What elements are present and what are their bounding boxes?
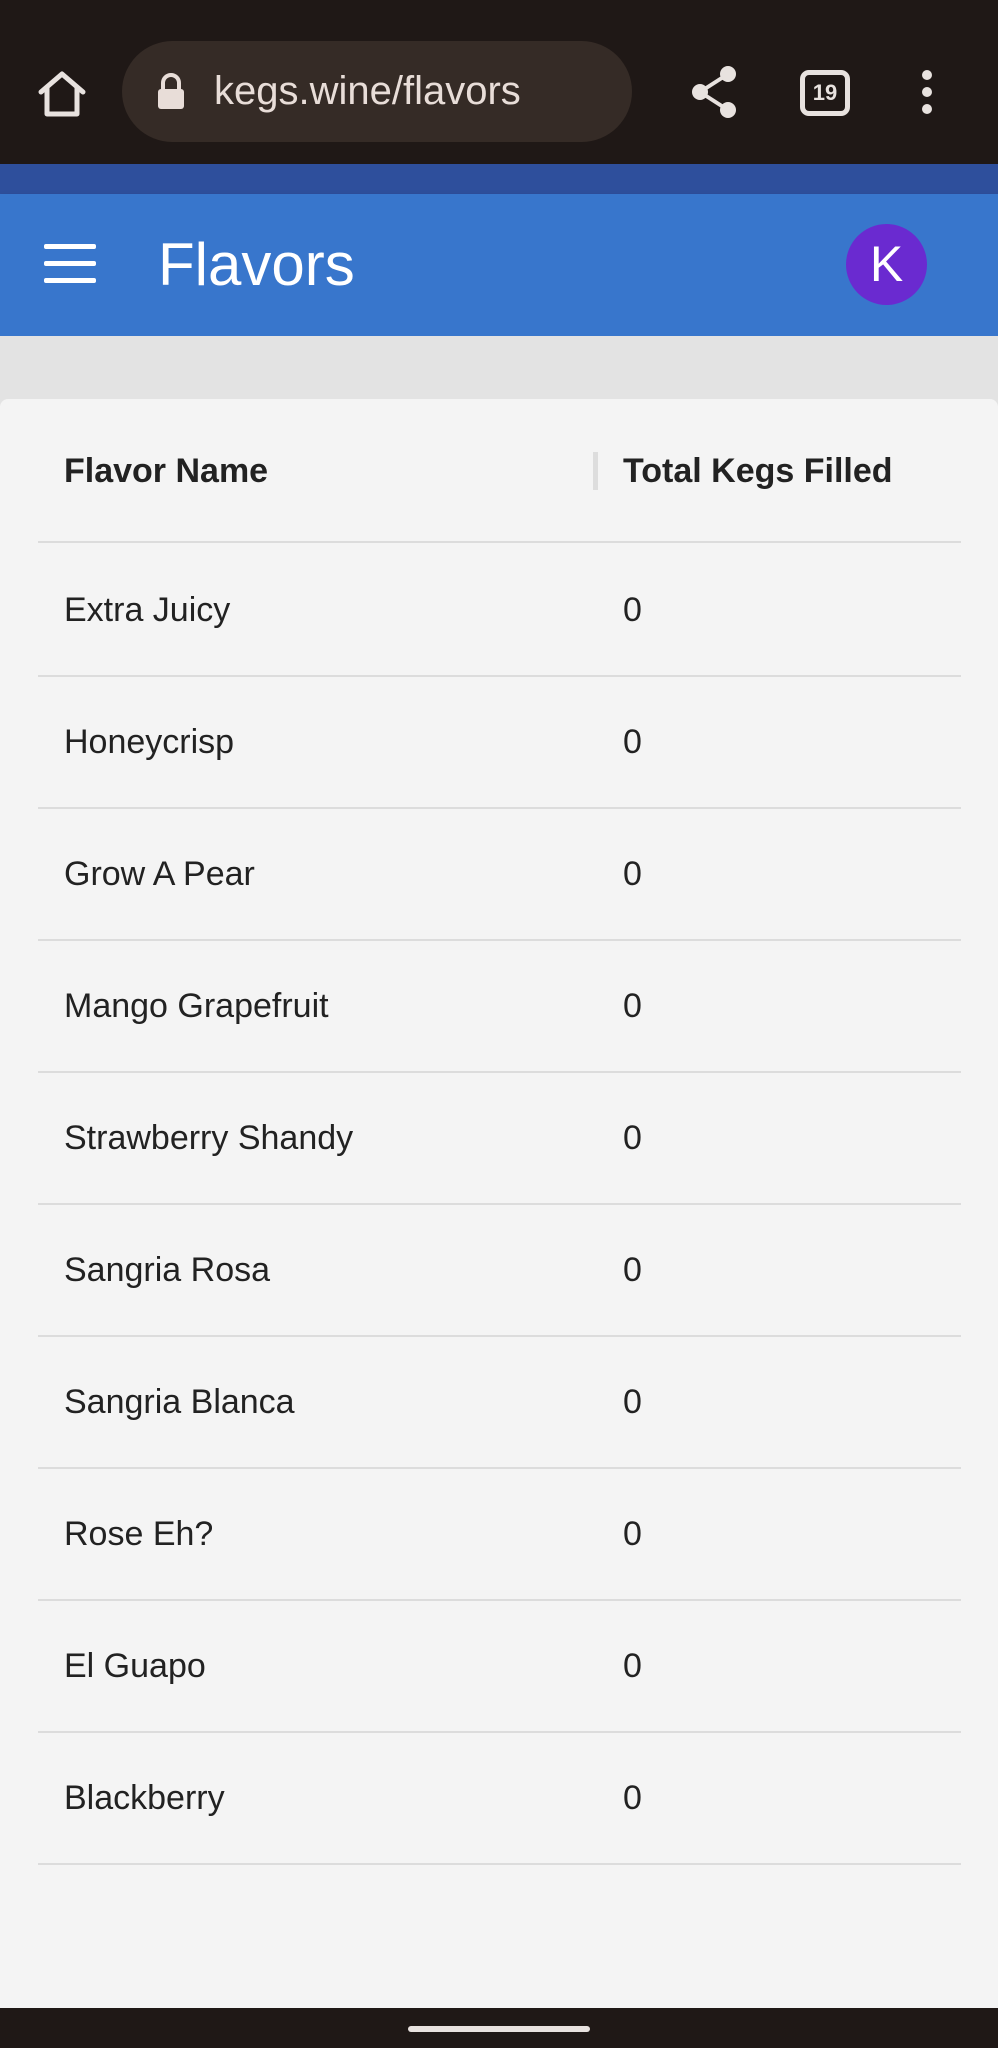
kegs-count-cell: 0 — [623, 1119, 642, 1157]
tab-switcher-button[interactable]: 19 — [800, 70, 850, 116]
column-header-total-kegs[interactable]: Total Kegs Filled — [623, 399, 893, 543]
flavor-name-cell: Honeycrisp — [64, 723, 235, 761]
url-text: kegs.wine/flavors — [214, 69, 521, 113]
avatar[interactable]: K — [846, 224, 927, 305]
kegs-count-cell: 0 — [623, 1647, 642, 1685]
lock-icon — [156, 73, 186, 111]
flavor-name-cell: Mango Grapefruit — [64, 987, 329, 1025]
address-bar[interactable]: kegs.wine/flavors — [122, 41, 632, 142]
table-row[interactable]: Grow A Pear 0 — [38, 809, 961, 941]
flavor-name-cell: Rose Eh? — [64, 1515, 214, 1553]
kegs-count-cell: 0 — [623, 1251, 642, 1289]
kegs-count-cell: 0 — [623, 987, 642, 1025]
more-options-icon[interactable] — [915, 70, 939, 118]
table-row[interactable]: El Guapo 0 — [38, 1601, 961, 1733]
app-header: Flavors K — [0, 194, 998, 336]
system-nav-bar — [0, 2008, 998, 2048]
table-row[interactable]: Sangria Rosa 0 — [38, 1205, 961, 1337]
main-content: Flavor Name Total Kegs Filled Extra Juic… — [0, 336, 998, 2008]
table-row[interactable]: Honeycrisp 0 — [38, 677, 961, 809]
flavor-name-cell: Sangria Blanca — [64, 1383, 295, 1421]
gesture-handle[interactable] — [408, 2026, 590, 2032]
share-icon[interactable] — [690, 64, 738, 120]
flavor-name-cell: Blackberry — [64, 1779, 225, 1817]
flavors-table: Flavor Name Total Kegs Filled Extra Juic… — [0, 399, 998, 2008]
kegs-count-cell: 0 — [623, 1779, 642, 1817]
browser-toolbar: kegs.wine/flavors 19 — [0, 0, 998, 164]
table-row[interactable]: Extra Juicy 0 — [38, 545, 961, 677]
kegs-count-cell: 0 — [623, 855, 642, 893]
flavor-name-cell: Strawberry Shandy — [64, 1119, 354, 1157]
flavor-name-cell: Extra Juicy — [64, 591, 231, 629]
home-icon[interactable] — [30, 62, 94, 126]
kegs-count-cell: 0 — [623, 723, 642, 761]
tab-count: 19 — [812, 80, 838, 105]
kegs-count-cell: 0 — [623, 1515, 642, 1553]
column-divider[interactable] — [593, 452, 598, 490]
hamburger-menu-icon[interactable] — [44, 244, 96, 284]
table-row[interactable]: Strawberry Shandy 0 — [38, 1073, 961, 1205]
table-row[interactable]: Sangria Blanca 0 — [38, 1337, 961, 1469]
header-strip — [0, 164, 998, 194]
flavor-name-cell: El Guapo — [64, 1647, 206, 1685]
kegs-count-cell: 0 — [623, 591, 642, 629]
page-title: Flavors — [158, 231, 355, 298]
table-row[interactable]: Blackberry 0 — [38, 1733, 961, 1865]
column-header-flavor-name[interactable]: Flavor Name — [64, 399, 268, 543]
flavor-name-cell: Sangria Rosa — [64, 1251, 271, 1289]
flavor-name-cell: Grow A Pear — [64, 855, 255, 893]
kegs-count-cell: 0 — [623, 1383, 642, 1421]
table-header: Flavor Name Total Kegs Filled — [38, 399, 961, 543]
table-row[interactable]: Rose Eh? 0 — [38, 1469, 961, 1601]
table-row[interactable]: Mango Grapefruit 0 — [38, 941, 961, 1073]
